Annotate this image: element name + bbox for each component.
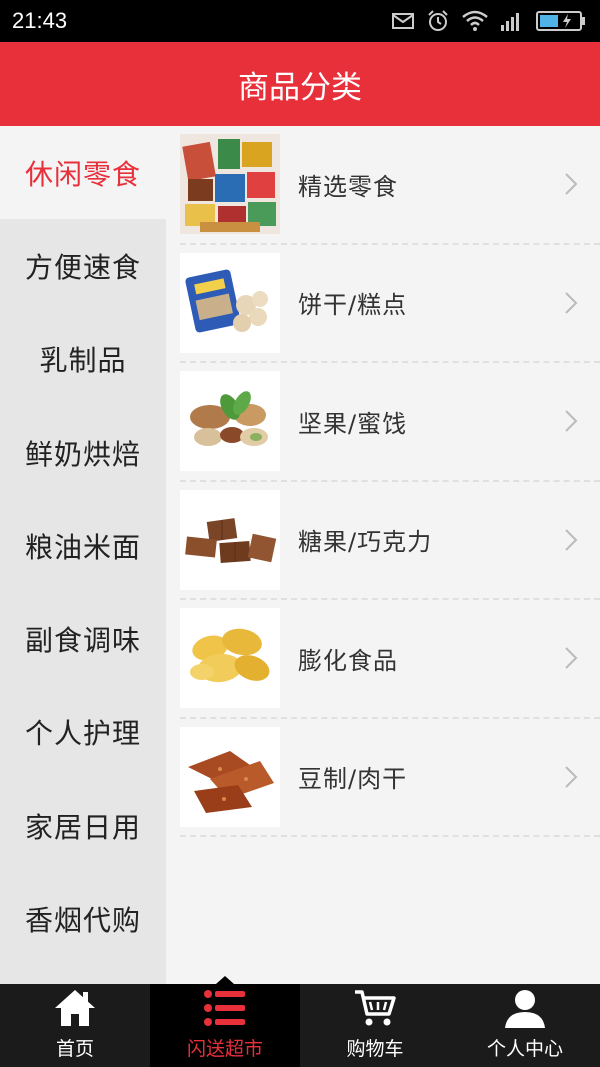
- jerky-image: [180, 726, 280, 827]
- sidebar-item-personal-care[interactable]: 个人护理: [0, 686, 166, 779]
- tab-profile[interactable]: 个人中心: [450, 984, 600, 1067]
- status-bar: 21:43: [0, 0, 600, 42]
- subcategory-label: 精选零食: [298, 172, 398, 201]
- biscuits-image: [180, 252, 280, 353]
- list-item[interactable]: 豆制/肉干: [180, 719, 600, 837]
- chocolate-image: [180, 489, 280, 590]
- bottom-tabbar: 首页 闪送超市 购物车 个人中心: [0, 976, 600, 1067]
- subcategory-label: 坚果/蜜饯: [298, 409, 408, 438]
- sidebar-item-label: 休闲零食: [24, 157, 141, 191]
- subcategory-label: 豆制/肉干: [298, 765, 408, 794]
- sidebar-item-condiments[interactable]: 副食调味: [0, 592, 166, 685]
- home-icon: [53, 986, 97, 1030]
- sidebar-item-cigarettes[interactable]: 香烟代购: [0, 872, 166, 965]
- sidebar-item-label: 家居日用: [24, 810, 141, 844]
- sidebar-item-dairy[interactable]: 乳制品: [0, 313, 166, 406]
- list-item[interactable]: 糖果/巧克力: [180, 482, 600, 600]
- sidebar-item-leisure-snacks[interactable]: 休闲零食: [0, 126, 167, 220]
- subcategory-label: 饼干/糕点: [298, 291, 408, 320]
- chevron-right-icon: [565, 647, 578, 669]
- sidebar-item-instant-food[interactable]: 方便速食: [0, 219, 166, 312]
- page-header: 商品分类: [0, 42, 600, 126]
- sidebar-item-label: 副食调味: [24, 624, 141, 658]
- alarm-icon: [428, 10, 448, 31]
- subcategory-list: 精选零食 饼干/糕点 坚果/蜜饯 糖果/巧克力 膨化食品 豆制/肉干: [166, 126, 600, 984]
- chips-image: [180, 608, 280, 709]
- sidebar-item-label: 方便速食: [24, 250, 141, 284]
- user-icon: [503, 986, 547, 1030]
- cart-icon: [353, 986, 397, 1030]
- sidebar-item-grain-oil[interactable]: 粮油米面: [0, 499, 166, 592]
- category-sidebar: 休闲零食 方便速食 乳制品 鲜奶烘焙 粮油米面 副食调味 个人护理 家居日用 香…: [0, 126, 167, 984]
- tab-label: 首页: [55, 1038, 94, 1060]
- subcategory-label: 糖果/巧克力: [298, 528, 433, 557]
- list-item[interactable]: 饼干/糕点: [180, 245, 600, 363]
- subcategory-label: 膨化食品: [298, 646, 398, 675]
- nuts-image: [180, 371, 280, 472]
- tab-label: 个人中心: [486, 1038, 563, 1060]
- chevron-right-icon: [565, 173, 578, 195]
- page-title: 商品分类: [238, 69, 362, 106]
- signal-icon: [501, 13, 519, 31]
- wifi-icon: [462, 10, 488, 31]
- sidebar-item-label: 香烟代购: [24, 904, 141, 938]
- sidebar-item-household[interactable]: 家居日用: [0, 779, 166, 872]
- snacks-image: [180, 134, 280, 235]
- tab-cart[interactable]: 购物车: [300, 984, 450, 1067]
- sidebar-item-label: 乳制品: [39, 344, 127, 378]
- sidebar-item-label: 个人护理: [24, 717, 141, 751]
- chevron-right-icon: [565, 529, 578, 551]
- list-item[interactable]: 膨化食品: [180, 600, 600, 719]
- chevron-right-icon: [565, 410, 578, 432]
- status-time: 21:43: [12, 8, 68, 33]
- list-item[interactable]: 精选零食: [180, 126, 600, 245]
- chevron-right-icon: [565, 292, 578, 314]
- email-icon: [392, 13, 414, 29]
- chevron-right-icon: [565, 766, 578, 788]
- list-item[interactable]: 坚果/蜜饯: [180, 363, 600, 482]
- sidebar-item-label: 粮油米面: [24, 530, 141, 564]
- tab-home[interactable]: 首页: [0, 984, 150, 1067]
- battery-icon: [536, 11, 585, 31]
- sidebar-item-milk-bakery[interactable]: 鲜奶烘焙: [0, 406, 166, 499]
- status-icons: [392, 8, 590, 34]
- tab-label: 闪送超市: [186, 1038, 263, 1060]
- list-icon: [203, 986, 247, 1030]
- sidebar-item-label: 鲜奶烘焙: [24, 437, 141, 471]
- tab-flash-supermarket[interactable]: 闪送超市: [150, 976, 300, 1067]
- tab-label: 购物车: [346, 1038, 404, 1060]
